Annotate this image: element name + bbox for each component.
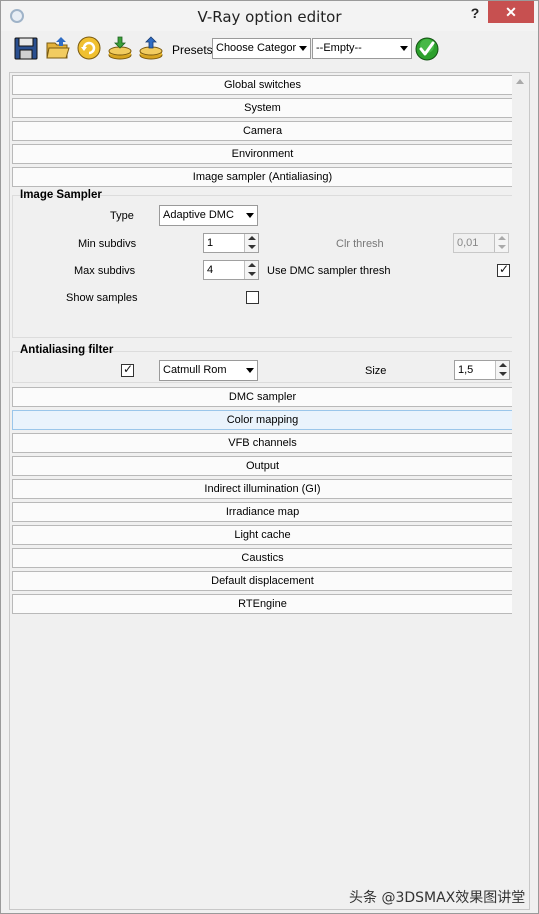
clr-thresh-value: 0,01 xyxy=(457,237,479,249)
rollout-light-cache[interactable]: Light cache xyxy=(12,525,513,545)
rollout-vfb-channels[interactable]: VFB channels xyxy=(12,433,513,453)
min-subdivs-spinner[interactable]: 1 xyxy=(203,233,259,253)
rollout-rtengine[interactable]: RTEngine xyxy=(12,594,513,614)
rollout-color-mapping[interactable]: Color mapping xyxy=(12,410,513,430)
size-label: Size xyxy=(365,365,387,377)
window-title: V-Ray option editor xyxy=(197,8,342,26)
presets-label: Presets: xyxy=(172,43,217,57)
rollout-default-displacement[interactable]: Default displacement xyxy=(12,571,513,591)
show-samples-label: Show samples xyxy=(66,292,138,304)
vertical-scrollbar[interactable] xyxy=(512,73,529,909)
min-subdivs-label: Min subdivs xyxy=(78,238,137,250)
spinner-arrows-icon[interactable] xyxy=(494,234,508,252)
max-subdivs-value: 4 xyxy=(207,264,214,276)
watermark-text: 头条 @3DSMAX效果图讲堂 xyxy=(349,890,526,906)
save-preset-icon[interactable] xyxy=(138,35,164,61)
show-samples-checkbox[interactable] xyxy=(246,291,259,304)
rollout-dmc-sampler[interactable]: DMC sampler xyxy=(12,387,513,407)
antialiasing-filter-title: Antialiasing filter xyxy=(20,344,114,356)
aa-filter-enabled-checkbox[interactable] xyxy=(121,362,134,377)
load-preset-icon[interactable] xyxy=(107,35,133,61)
spinner-arrows-icon[interactable] xyxy=(495,361,509,379)
type-label: Type xyxy=(110,210,134,222)
use-dmc-thresh-checkbox[interactable] xyxy=(497,262,510,277)
clr-thresh-label: Clr thresh xyxy=(336,238,384,250)
toolbar: Presets: Choose Categor --Empty-- xyxy=(1,32,538,66)
chevron-down-icon xyxy=(400,46,408,51)
spinner-arrows-icon[interactable] xyxy=(244,234,258,252)
green-check-icon[interactable] xyxy=(415,37,439,61)
clr-thresh-spinner[interactable]: 0,01 xyxy=(453,233,509,253)
refresh-icon[interactable] xyxy=(76,35,102,61)
chevron-down-icon xyxy=(246,213,254,218)
rollout-caustics[interactable]: Caustics xyxy=(12,548,513,568)
help-button[interactable]: ? xyxy=(464,3,486,25)
rollout-panel: Global switches System Camera Environmen… xyxy=(9,72,530,910)
rollout-system[interactable]: System xyxy=(12,98,513,118)
size-spinner[interactable]: 1,5 xyxy=(454,360,510,380)
chevron-down-icon xyxy=(299,46,307,51)
close-button[interactable]: ✕ xyxy=(488,1,534,23)
vray-option-editor-window: V-Ray option editor ? ✕ Presets: Choose … xyxy=(0,0,539,914)
min-subdivs-value: 1 xyxy=(207,237,214,249)
presets-slot-select[interactable]: --Empty-- xyxy=(312,38,412,59)
rollout-indirect-illumination[interactable]: Indirect illumination (GI) xyxy=(12,479,513,499)
save-icon[interactable] xyxy=(13,35,39,61)
aa-filter-select[interactable]: Catmull Rom xyxy=(159,360,258,381)
aa-filter-value: Catmull Rom xyxy=(163,364,227,376)
rollout-global-switches[interactable]: Global switches xyxy=(12,75,513,95)
open-folder-icon[interactable] xyxy=(45,35,71,61)
sampler-type-select[interactable]: Adaptive DMC xyxy=(159,205,258,226)
size-value: 1,5 xyxy=(458,364,474,376)
chevron-down-icon xyxy=(246,368,254,373)
presets-slot-value: --Empty-- xyxy=(316,42,362,54)
use-dmc-thresh-label: Use DMC sampler thresh xyxy=(267,265,391,277)
rollout-output[interactable]: Output xyxy=(12,456,513,476)
max-subdivs-label: Max subdivs xyxy=(74,265,136,277)
rollout-camera[interactable]: Camera xyxy=(12,121,513,141)
rollout-image-sampler[interactable]: Image sampler (Antialiasing) xyxy=(12,167,513,187)
scroll-up-arrow-icon[interactable] xyxy=(516,79,524,84)
rollout-environment[interactable]: Environment xyxy=(12,144,513,164)
presets-category-value: Choose Categor xyxy=(216,42,297,54)
rollout-irradiance-map[interactable]: Irradiance map xyxy=(12,502,513,522)
image-sampler-title: Image Sampler xyxy=(20,189,102,201)
sampler-type-value: Adaptive DMC xyxy=(163,209,234,221)
presets-category-select[interactable]: Choose Categor xyxy=(212,38,311,59)
max-subdivs-spinner[interactable]: 4 xyxy=(203,260,259,280)
title-bar: V-Ray option editor ? ✕ xyxy=(1,1,538,31)
spinner-arrows-icon[interactable] xyxy=(244,261,258,279)
